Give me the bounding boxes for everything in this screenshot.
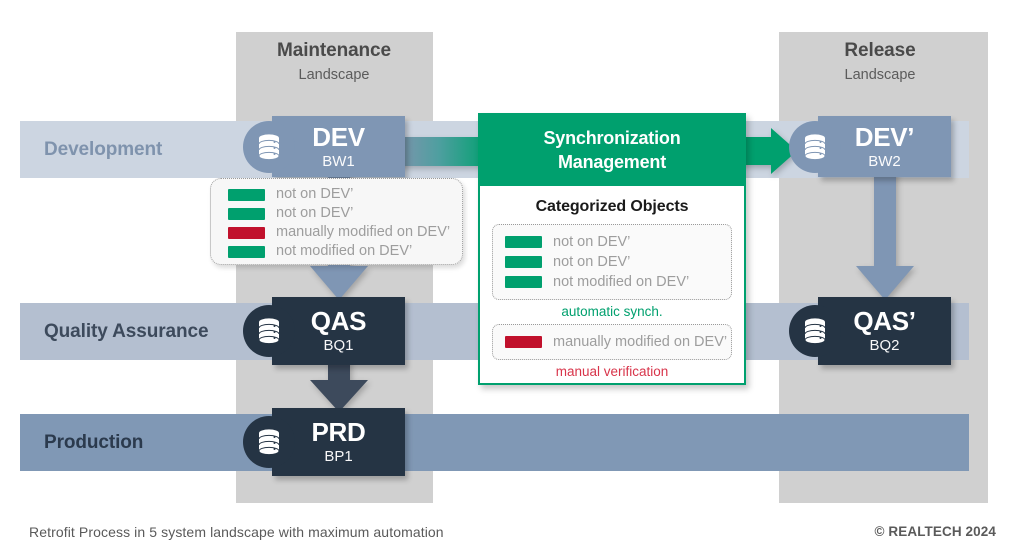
automatic-sync-group: not on DEV’ not on DEV’ not modified on …	[492, 224, 732, 300]
landscape-heading-release: Release Landscape	[780, 38, 980, 86]
system-name-prd: PRD	[311, 417, 366, 447]
system-name-dev2: DEV’	[854, 121, 915, 152]
footer-caption: Retrofit Process in 5 system landscape w…	[29, 524, 444, 540]
database-icon-dev	[243, 121, 295, 173]
legend-swatch-red	[505, 336, 542, 348]
legend-swatch-green	[505, 236, 542, 248]
database-icon	[258, 429, 280, 455]
legend-item: not modified on DEV’	[505, 272, 721, 292]
stage-label-development: Development	[44, 138, 163, 160]
stage-label-production: Production	[44, 431, 144, 453]
arrow-dev2-to-qas2	[856, 170, 914, 300]
system-sid-dev2: BW2	[868, 152, 901, 170]
sync-title-line2: Management	[557, 151, 667, 172]
legend-item: not on DEV’	[505, 252, 721, 272]
legend-item: not modified on DEV’	[228, 242, 462, 261]
database-icon	[258, 134, 280, 160]
legend-label: not on DEV’	[276, 186, 354, 202]
system-sid-qas2: BQ2	[869, 337, 900, 354]
categorized-objects-title: Categorized Objects	[535, 198, 689, 215]
sync-title-line1: Synchronization	[543, 127, 681, 148]
synchronization-management-panel: Synchronization Management Categorized O…	[478, 113, 746, 385]
manual-verification-group: manually modified on DEV’	[492, 324, 732, 360]
legend-swatch-green	[505, 256, 542, 268]
legend-item: not on DEV’	[228, 204, 462, 223]
system-name-dev: DEV	[312, 121, 365, 152]
legend-item: manually modified on DEV’	[228, 223, 462, 242]
legend-item: not on DEV’	[505, 232, 721, 252]
database-icon-qas2	[789, 305, 841, 357]
database-icon	[258, 318, 280, 344]
legend-label: manually modified on DEV’	[553, 334, 728, 350]
arrow-dev-to-sync	[395, 137, 491, 166]
system-sid-prd: BP1	[324, 448, 353, 465]
legend-swatch-green	[228, 207, 265, 220]
database-icon-qas	[243, 305, 295, 357]
stage-label-quality-assurance: Quality Assurance	[44, 320, 209, 342]
legend-label: not on DEV’	[276, 205, 354, 221]
legend-swatch-red	[228, 226, 265, 239]
landscape-title-release: Release	[844, 40, 916, 61]
sync-panel-header: Synchronization Management	[478, 113, 746, 186]
diagram-canvas: Development Quality Assurance Production…	[0, 0, 1024, 559]
legend-label: not modified on DEV’	[276, 243, 413, 259]
legend-swatch-green	[228, 245, 265, 258]
database-icon	[804, 134, 826, 160]
landscape-subtitle-release: Landscape	[844, 67, 916, 83]
system-sid-qas: BQ1	[323, 337, 354, 354]
legend-swatch-green	[228, 188, 265, 201]
landscape-title-maintenance: Maintenance	[277, 40, 391, 61]
automatic-sync-caption: automatic synch.	[561, 304, 663, 319]
legend-swatch-green	[505, 276, 542, 288]
footer-copyright: © REALTECH 2024	[874, 524, 996, 539]
legend-item: not on DEV’	[228, 185, 462, 204]
legend-label: not on DEV’	[553, 254, 631, 270]
system-sid-dev: BW1	[322, 152, 355, 170]
stage-band-production: Production	[20, 414, 969, 471]
landscape-subtitle-maintenance: Landscape	[298, 67, 370, 83]
system-name-qas: QAS	[310, 306, 367, 336]
database-icon-prd	[243, 416, 295, 468]
manual-verification-caption: manual verification	[555, 364, 669, 379]
legend-label: manually modified on DEV’	[276, 224, 451, 240]
legend-label: not modified on DEV’	[553, 274, 690, 290]
database-icon	[804, 318, 826, 344]
system-name-qas2: QAS’	[853, 306, 916, 336]
dev-object-legend: not on DEV’ not on DEV’ manually modifie…	[210, 178, 463, 265]
legend-item: manually modified on DEV’	[505, 332, 727, 352]
sync-panel-body: Categorized Objects not on DEV’ not on D…	[480, 186, 744, 384]
legend-label: not on DEV’	[553, 234, 631, 250]
database-icon-dev2	[789, 121, 841, 173]
landscape-heading-maintenance: Maintenance Landscape	[234, 38, 434, 86]
